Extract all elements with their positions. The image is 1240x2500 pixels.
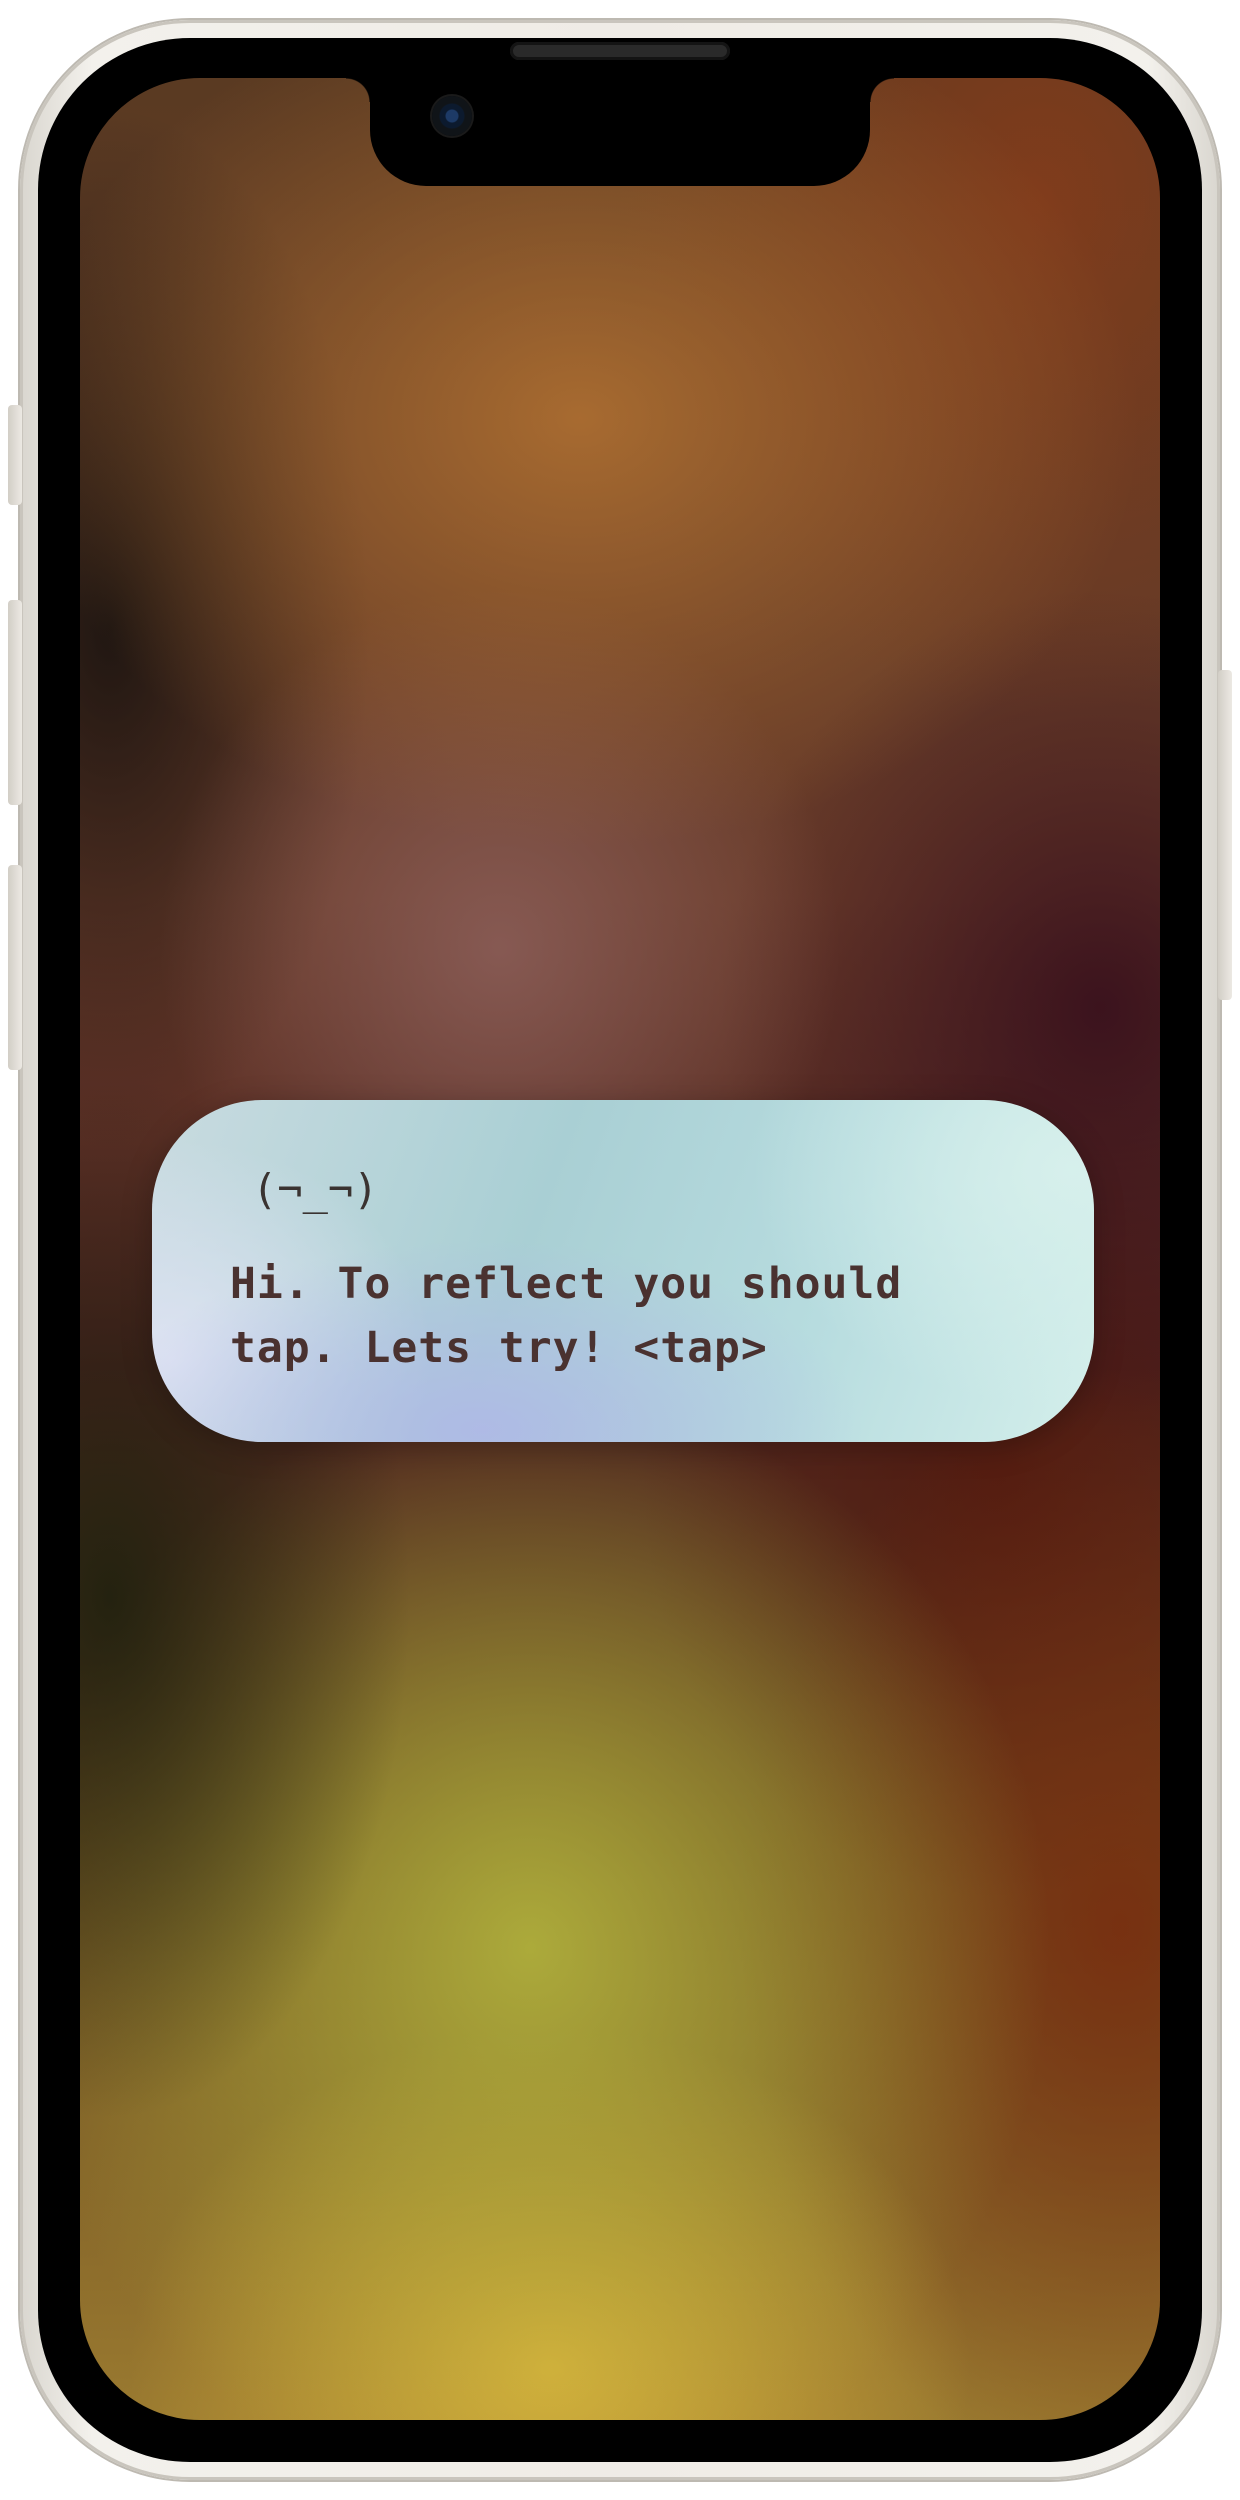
notch xyxy=(346,78,894,186)
emoticon-face: (¬_¬) xyxy=(252,1165,379,1214)
speaker-grill xyxy=(510,42,730,60)
volume-up-button xyxy=(8,600,22,805)
volume-down-button xyxy=(8,865,22,1070)
message-line-2: tap. Lets try! <tap> xyxy=(230,1323,768,1373)
message-text: Hi. To reflect you should tap. Lets try!… xyxy=(230,1252,1060,1380)
message-line-1: Hi. To reflect you should xyxy=(230,1259,903,1309)
phone-screen[interactable]: (¬_¬) Hi. To reflect you should tap. Let… xyxy=(80,78,1160,2420)
power-button xyxy=(1218,670,1232,1000)
front-camera-icon xyxy=(432,96,472,136)
message-card[interactable]: (¬_¬) Hi. To reflect you should tap. Let… xyxy=(152,1100,1094,1442)
silent-switch xyxy=(8,405,22,505)
